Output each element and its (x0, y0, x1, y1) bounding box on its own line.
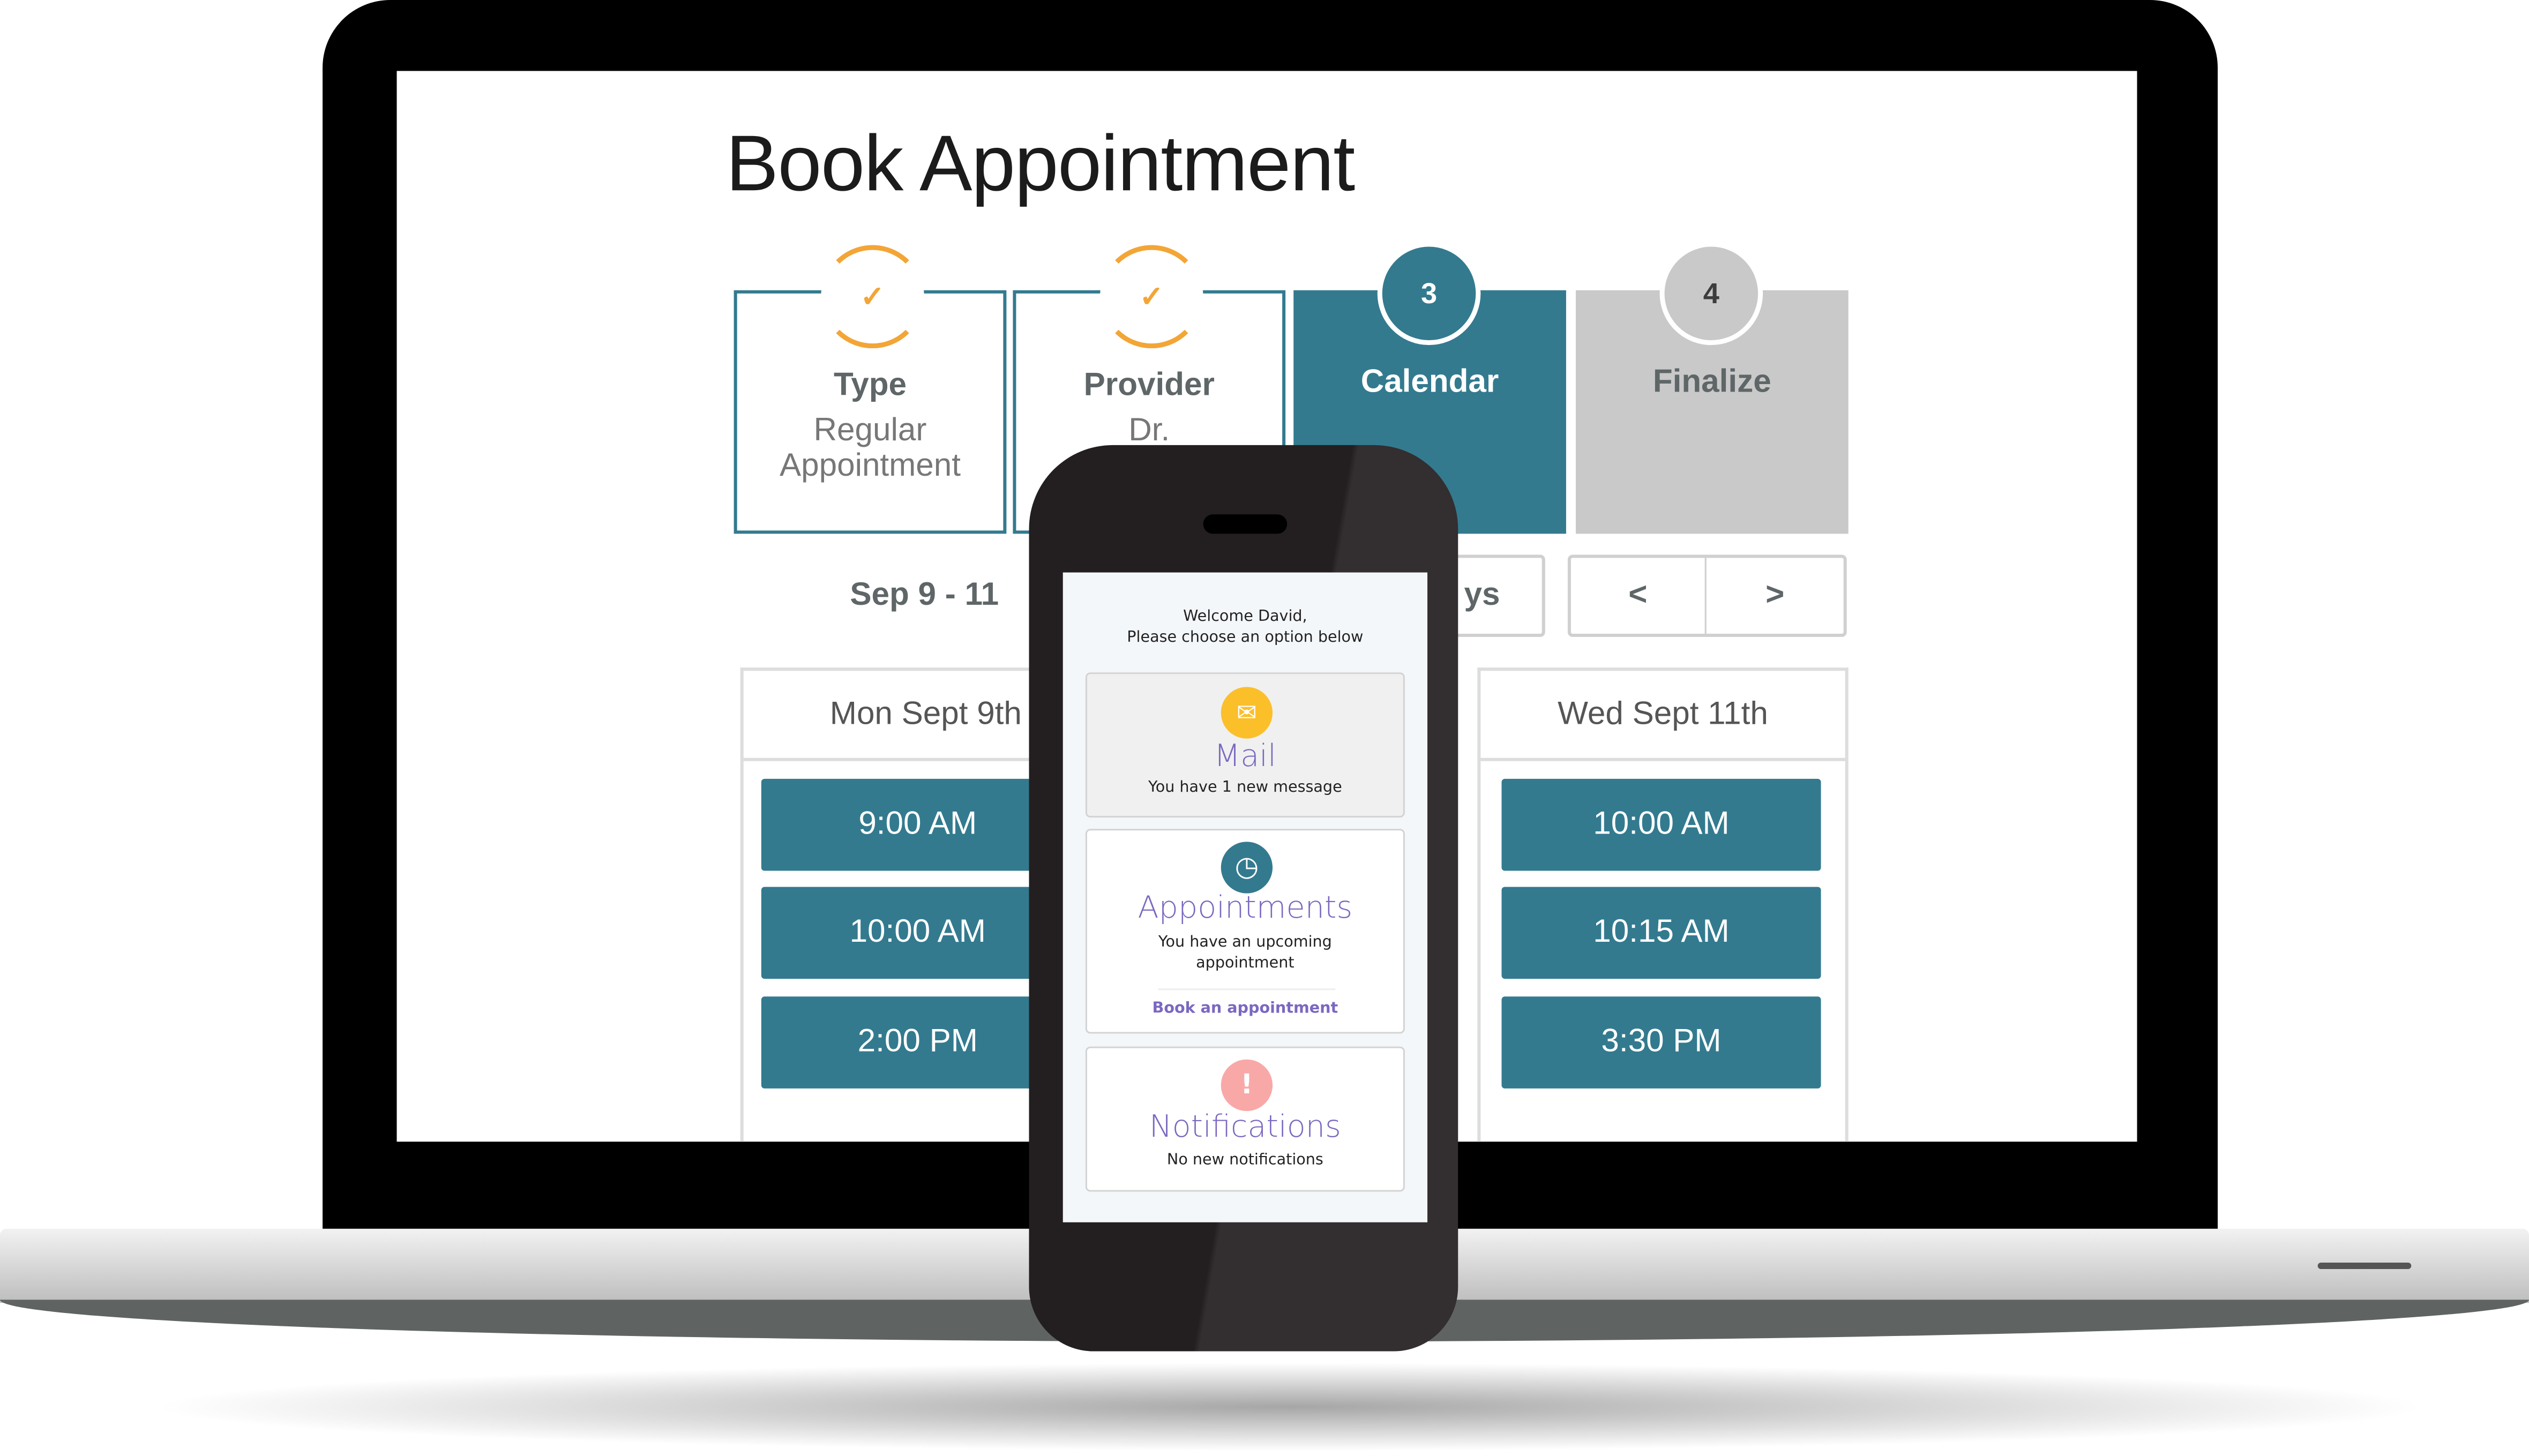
page-title: Book Appointment (725, 121, 1356, 208)
time-slot[interactable]: 10:00 AM (761, 887, 1074, 979)
step-value: Dr. (1128, 412, 1170, 448)
step-label: Provider (1083, 367, 1215, 403)
step-value: Regular Appointment (779, 412, 961, 484)
appointments-card[interactable]: ◷ Appointments You have an upcoming appo… (1085, 829, 1405, 1034)
welcome-subline: Please choose an option below (1127, 628, 1364, 647)
check-icon: ✓ (1099, 245, 1203, 349)
card-text: You have an upcoming appointment (1158, 933, 1332, 973)
next-button[interactable]: > (1704, 554, 1847, 637)
time-slot[interactable]: 9:00 AM (761, 778, 1074, 871)
mail-card[interactable]: ✉ Mail You have 1 new message (1085, 672, 1405, 818)
phone: Welcome David, Please choose an option b… (1029, 445, 1458, 1352)
card-title: Appointments (1138, 890, 1353, 926)
step-label: Finalize (1652, 364, 1771, 400)
divider (1158, 988, 1336, 990)
welcome-text: Welcome David, Please choose an option b… (1063, 606, 1427, 648)
laptop-shadow (145, 1362, 2436, 1452)
laptop-slot (2317, 1262, 2412, 1270)
time-slot[interactable]: 10:00 AM (1501, 778, 1821, 871)
clock-icon: ◷ (1221, 842, 1273, 894)
day-column: Wed Sept 11th 10:00 AM 10:15 AM 3:30 PM (1477, 667, 1849, 1142)
card-text: No new notifications (1166, 1151, 1323, 1169)
time-slot[interactable]: 3:30 PM (1501, 996, 1821, 1089)
prev-button[interactable]: < (1567, 554, 1707, 637)
card-title: Mail (1214, 738, 1276, 774)
mail-icon: ✉ (1221, 687, 1273, 739)
welcome-line: Welcome David, (1183, 607, 1307, 626)
date-range: Sep 9 - 11 (850, 577, 999, 613)
book-appointment-link[interactable]: Book an appointment (1087, 998, 1403, 1019)
time-slot[interactable]: 2:00 PM (761, 996, 1074, 1089)
step-label: Calendar (1360, 364, 1499, 400)
step-number: 3 (1377, 242, 1481, 346)
day-header: Wed Sept 11th (1480, 671, 1845, 761)
phone-speaker (1203, 514, 1288, 534)
card-text: You have 1 new message (1148, 778, 1342, 797)
step-number: 4 (1659, 242, 1763, 346)
alert-icon: ! (1221, 1059, 1273, 1112)
time-slot[interactable]: 10:15 AM (1501, 887, 1821, 979)
phone-screen: Welcome David, Please choose an option b… (1063, 572, 1428, 1222)
step-type[interactable]: ✓ Type Regular Appointment (734, 245, 1007, 534)
step-finalize[interactable]: 4 Finalize (1575, 242, 1849, 534)
check-icon: ✓ (821, 245, 924, 349)
card-title: Notifications (1149, 1109, 1341, 1145)
notifications-card[interactable]: ! Notifications No new notifications (1085, 1046, 1405, 1192)
step-label: Type (833, 367, 907, 403)
